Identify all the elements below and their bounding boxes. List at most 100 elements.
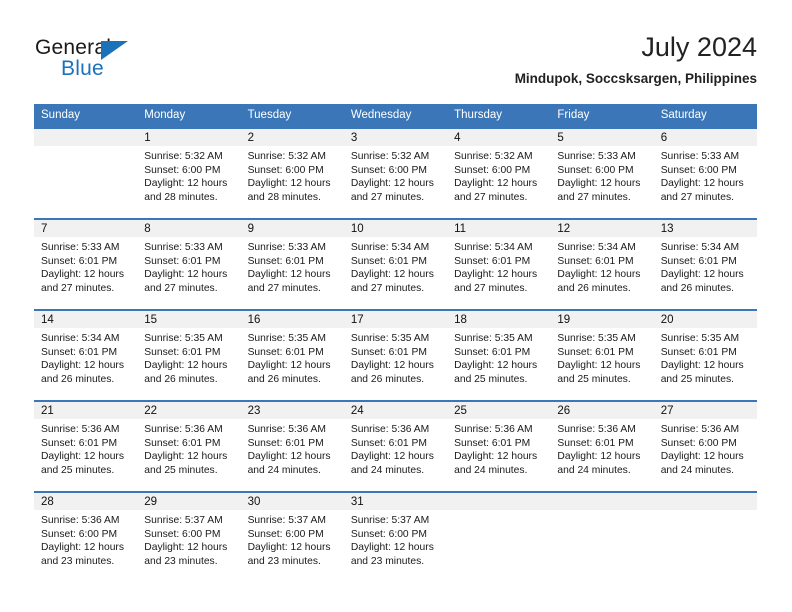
calendar-day-cell[interactable]: 25 Sunrise: 5:36 AM Sunset: 6:01 PM Dayligh…	[447, 400, 551, 492]
day-number: 1	[137, 129, 241, 146]
sunrise-text: Sunrise: 5:35 AM	[557, 333, 636, 344]
weekday-header-friday: Friday	[550, 104, 654, 128]
calendar-day-cell[interactable]: 8 Sunrise: 5:33 AM Sunset: 6:01 PM Daylight…	[137, 218, 241, 310]
calendar-week-row: 7 Sunrise: 5:33 AM Sunset: 6:01 PM Daylight…	[34, 218, 757, 310]
calendar-day-cell[interactable]: 9 Sunrise: 5:33 AM Sunset: 6:01 PM Daylight…	[240, 218, 344, 310]
calendar-day-cell[interactable]: 24 Sunrise: 5:36 AM Sunset: 6:01 PM Dayligh…	[343, 400, 448, 492]
day-details: Sunrise: 5:36 AM Sunset: 6:00 PM Daylight:…	[34, 510, 137, 568]
calendar-day-cell[interactable]: 30 Sunrise: 5:37 AM Sunset: 6:00 PM Dayligh…	[240, 491, 344, 582]
calendar-day-cell[interactable]: 31 Sunrise: 5:37 AM Sunset: 6:00 PM Dayligh…	[343, 491, 448, 582]
day-number: 7	[34, 220, 138, 237]
calendar-day-cell[interactable]: 28 Sunrise: 5:36 AM Sunset: 6:00 PM Dayligh…	[34, 491, 138, 582]
day-details: Sunrise: 5:36 AM Sunset: 6:01 PM Daylight:…	[344, 419, 447, 477]
sunset-text: Sunset: 6:01 PM	[557, 255, 634, 267]
sunrise-text: Sunrise: 5:32 AM	[454, 151, 533, 162]
day-details: Sunrise: 5:34 AM Sunset: 6:01 PM Daylight:…	[550, 237, 653, 295]
calendar-day-cell[interactable]: 16 Sunrise: 5:35 AM Sunset: 6:01 PM Dayligh…	[240, 309, 344, 401]
calendar-day-cell[interactable]: 3 Sunrise: 5:32 AM Sunset: 6:00 PM Daylight…	[343, 127, 448, 219]
day-details: Sunrise: 5:32 AM Sunset: 6:00 PM Daylight:…	[447, 146, 550, 204]
weekday-header-tuesday: Tuesday	[240, 104, 344, 128]
calendar-day-cell[interactable]: 6 Sunrise: 5:33 AM Sunset: 6:00 PM Daylight…	[653, 127, 757, 219]
calendar-day-cell[interactable]: 14 Sunrise: 5:34 AM Sunset: 6:01 PM Dayligh…	[34, 309, 138, 401]
weekday-header-thursday: Thursday	[447, 104, 551, 128]
sunset-text: Sunset: 6:01 PM	[41, 255, 118, 267]
daylight-text: and 24 minutes.	[557, 464, 631, 476]
calendar-day-cell[interactable]: 19 Sunrise: 5:35 AM Sunset: 6:01 PM Dayligh…	[550, 309, 654, 401]
sunset-text: Sunset: 6:01 PM	[350, 255, 427, 267]
calendar-day-cell[interactable]: 27 Sunrise: 5:36 AM Sunset: 6:00 PM Dayligh…	[653, 400, 757, 492]
calendar-day-cell[interactable]: 15 Sunrise: 5:35 AM Sunset: 6:01 PM Dayligh…	[137, 309, 241, 401]
sunset-text: Sunset: 6:01 PM	[247, 346, 324, 358]
calendar-day-cell[interactable]: 29 Sunrise: 5:37 AM Sunset: 6:00 PM Dayligh…	[137, 491, 241, 582]
daylight-text: and 28 minutes.	[247, 191, 321, 203]
sunset-text: Sunset: 6:01 PM	[247, 255, 324, 267]
day-number	[653, 493, 757, 510]
sunset-text: Sunset: 6:01 PM	[454, 255, 531, 267]
day-number: 3	[343, 129, 448, 146]
day-details: Sunrise: 5:36 AM Sunset: 6:01 PM Daylight:…	[34, 419, 137, 477]
sunrise-text: Sunrise: 5:36 AM	[41, 515, 120, 526]
day-details: Sunrise: 5:34 AM Sunset: 6:01 PM Daylight:…	[344, 237, 447, 295]
calendar-header-row: Sunday Monday Tuesday Wednesday Thursday Frid…	[34, 104, 757, 128]
sunset-text: Sunset: 6:00 PM	[247, 528, 324, 540]
day-number: 20	[653, 311, 757, 328]
page-title: July 2024	[641, 32, 757, 62]
day-number: 11	[447, 220, 551, 237]
calendar-day-cell[interactable]: 5 Sunrise: 5:33 AM Sunset: 6:00 PM Daylight…	[550, 127, 654, 219]
daylight-text: Daylight: 12 hours	[247, 451, 331, 463]
sunset-text: Sunset: 6:00 PM	[350, 164, 427, 176]
daylight-text: and 27 minutes.	[454, 191, 528, 203]
day-details: Sunrise: 5:33 AM Sunset: 6:01 PM Daylight:…	[137, 237, 240, 295]
sunset-text: Sunset: 6:01 PM	[247, 437, 324, 449]
calendar-week-row: 14 Sunrise: 5:34 AM Sunset: 6:01 PM Dayligh…	[34, 309, 757, 401]
sunset-text: Sunset: 6:01 PM	[144, 255, 221, 267]
daylight-text: and 27 minutes.	[557, 191, 631, 203]
day-number: 24	[343, 402, 448, 419]
calendar-day-cell[interactable]: 18 Sunrise: 5:35 AM Sunset: 6:01 PM Dayligh…	[447, 309, 551, 401]
calendar-day-cell[interactable]: 4 Sunrise: 5:32 AM Sunset: 6:00 PM Daylight…	[447, 127, 551, 219]
calendar-day-cell[interactable]: 11 Sunrise: 5:34 AM Sunset: 6:01 PM Dayligh…	[447, 218, 551, 310]
sunrise-text: Sunrise: 5:35 AM	[247, 333, 326, 344]
sunset-text: Sunset: 6:00 PM	[660, 437, 737, 449]
sunrise-text: Sunrise: 5:34 AM	[660, 242, 740, 253]
daylight-text: Daylight: 12 hours	[454, 269, 538, 281]
daylight-text: Daylight: 12 hours	[41, 269, 124, 281]
day-number: 22	[137, 402, 241, 419]
day-number: 4	[447, 129, 551, 146]
calendar-day-cell[interactable]: 17 Sunrise: 5:35 AM Sunset: 6:01 PM Dayligh…	[343, 309, 448, 401]
calendar-empty-cell	[550, 491, 654, 582]
sunrise-text: Sunrise: 5:35 AM	[454, 333, 533, 344]
day-details: Sunrise: 5:36 AM Sunset: 6:01 PM Daylight:…	[447, 419, 550, 477]
day-number: 12	[550, 220, 654, 237]
calendar-day-cell[interactable]: 13 Sunrise: 5:34 AM Sunset: 6:01 PM Dayligh…	[653, 218, 757, 310]
daylight-text: and 26 minutes.	[350, 373, 425, 385]
calendar-day-cell[interactable]: 2 Sunrise: 5:32 AM Sunset: 6:00 PM Daylight…	[240, 127, 344, 219]
calendar-day-cell[interactable]: 26 Sunrise: 5:36 AM Sunset: 6:01 PM Dayligh…	[550, 400, 654, 492]
daylight-text: and 26 minutes.	[557, 282, 631, 294]
calendar-day-cell[interactable]: 1 Sunrise: 5:32 AM Sunset: 6:00 PM Daylight…	[137, 127, 241, 219]
calendar-day-cell[interactable]: 10 Sunrise: 5:34 AM Sunset: 6:01 PM Dayligh…	[343, 218, 448, 310]
day-number: 14	[34, 311, 138, 328]
day-details: Sunrise: 5:36 AM Sunset: 6:00 PM Daylight:…	[654, 419, 757, 477]
sunrise-text: Sunrise: 5:37 AM	[350, 515, 430, 526]
daylight-text: Daylight: 12 hours	[144, 542, 228, 554]
calendar-day-cell[interactable]: 7 Sunrise: 5:33 AM Sunset: 6:01 PM Daylight…	[34, 218, 138, 310]
daylight-text: Daylight: 12 hours	[557, 360, 641, 372]
sunrise-text: Sunrise: 5:33 AM	[557, 151, 636, 162]
daylight-text: Daylight: 12 hours	[247, 178, 331, 190]
sunrise-text: Sunrise: 5:34 AM	[454, 242, 533, 253]
day-number: 19	[550, 311, 654, 328]
calendar-day-cell[interactable]: 20 Sunrise: 5:35 AM Sunset: 6:01 PM Dayligh…	[653, 309, 757, 401]
sunrise-text: Sunrise: 5:37 AM	[247, 515, 326, 526]
daylight-text: Daylight: 12 hours	[350, 360, 434, 372]
sunset-text: Sunset: 6:01 PM	[557, 346, 634, 358]
calendar-week-row: 1 Sunrise: 5:32 AM Sunset: 6:00 PM Daylight…	[34, 127, 757, 219]
calendar-day-cell[interactable]: 12 Sunrise: 5:34 AM Sunset: 6:01 PM Dayligh…	[550, 218, 654, 310]
day-details: Sunrise: 5:35 AM Sunset: 6:01 PM Daylight:…	[550, 328, 653, 386]
day-details: Sunrise: 5:36 AM Sunset: 6:01 PM Daylight:…	[550, 419, 653, 477]
calendar-day-cell[interactable]: 23 Sunrise: 5:36 AM Sunset: 6:01 PM Dayligh…	[240, 400, 344, 492]
sunrise-text: Sunrise: 5:36 AM	[660, 424, 740, 435]
day-details: Sunrise: 5:35 AM Sunset: 6:01 PM Daylight:…	[344, 328, 447, 386]
calendar-day-cell[interactable]: 21 Sunrise: 5:36 AM Sunset: 6:01 PM Dayligh…	[34, 400, 138, 492]
calendar-day-cell[interactable]: 22 Sunrise: 5:36 AM Sunset: 6:01 PM Dayligh…	[137, 400, 241, 492]
